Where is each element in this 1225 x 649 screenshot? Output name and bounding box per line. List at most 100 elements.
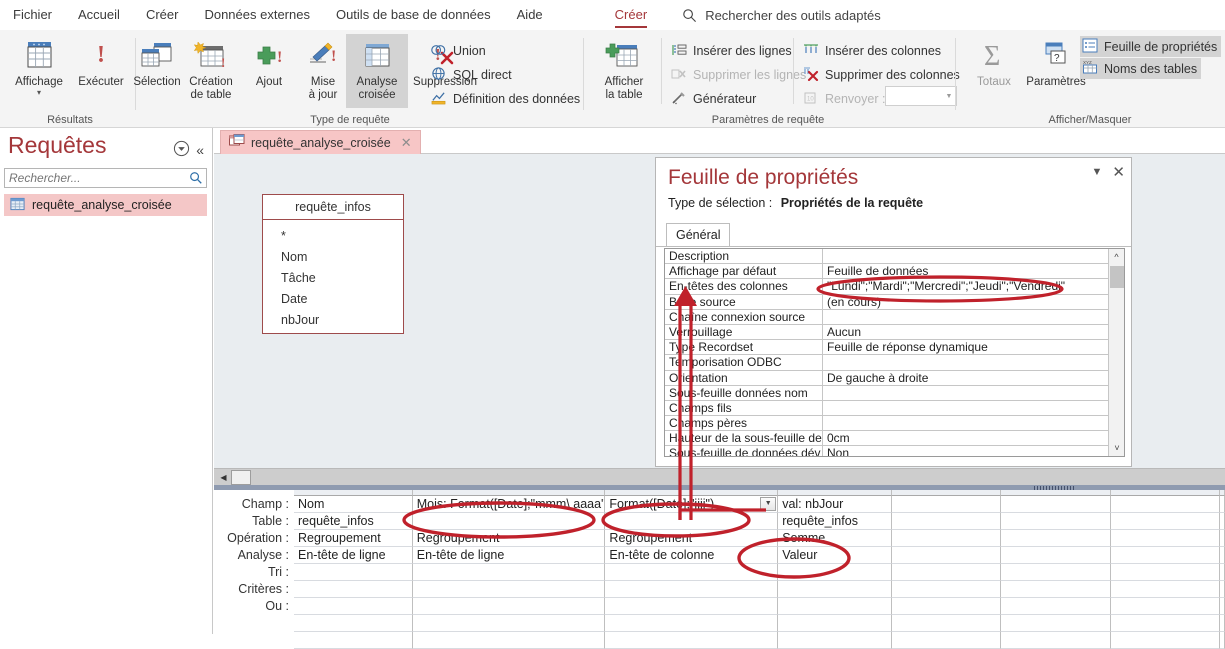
cell-tri-4[interactable]	[778, 564, 893, 581]
creation-table-button[interactable]: ! Création de table	[180, 34, 242, 102]
cell-blank[interactable]	[1110, 615, 1220, 632]
property-value[interactable]	[823, 310, 1108, 325]
cell-operation-1[interactable]: Regroupement	[294, 530, 413, 547]
ajout-button[interactable]: ! Ajout	[238, 34, 300, 89]
chevron-down-icon[interactable]: ▼	[942, 93, 956, 100]
sql-direct-button[interactable]: SQL direct	[430, 64, 512, 86]
menu-item-outils-base-de-donnees[interactable]: Outils de base de données	[323, 0, 504, 30]
cell-table-8[interactable]	[1219, 513, 1225, 530]
cell-table-1[interactable]: requête_infos	[294, 513, 413, 530]
cell-operation-8[interactable]	[1219, 530, 1225, 547]
supprimer-colonnes-button[interactable]: Supprimer des colonnes	[803, 64, 960, 86]
nav-search-box[interactable]	[4, 168, 207, 188]
cell-analyse-4[interactable]: Valeur	[778, 547, 893, 564]
property-row[interactable]: Temporisation ODBC	[665, 355, 1108, 371]
property-list[interactable]: Description Affichage par défaut Feuille…	[664, 248, 1125, 457]
field-item-nom[interactable]: Nom	[281, 247, 403, 268]
query-design-grid[interactable]: Champ : Table : Opération : Analyse : Tr…	[214, 490, 1225, 649]
cell-blank[interactable]	[1001, 615, 1111, 632]
close-icon[interactable]: ✕	[401, 135, 412, 151]
cell-table-2[interactable]	[412, 513, 606, 530]
cell-blank[interactable]	[778, 615, 893, 632]
property-value[interactable]: Non	[823, 446, 1108, 456]
cell-tri-8[interactable]	[1219, 564, 1225, 581]
property-value[interactable]	[823, 386, 1108, 401]
cell-ou-2[interactable]	[412, 598, 606, 615]
document-tab[interactable]: requête_analyse_croisée ✕	[220, 130, 421, 154]
menu-item-aide[interactable]: Aide	[504, 0, 556, 30]
menu-item-accueil[interactable]: Accueil	[65, 0, 133, 30]
collapse-chevrons-icon[interactable]: «	[196, 142, 204, 158]
cell-tri-5[interactable]	[892, 564, 1002, 581]
cell-blank[interactable]	[1001, 632, 1111, 649]
cell-criteres-1[interactable]	[294, 581, 413, 598]
property-value[interactable]: (en cours)	[823, 295, 1108, 310]
cell-analyse-6[interactable]	[1001, 547, 1111, 564]
renvoyer-combobox[interactable]: ▼	[885, 86, 957, 106]
property-value[interactable]: De gauche à droite	[823, 371, 1108, 386]
cell-analyse-8[interactable]	[1219, 547, 1225, 564]
cell-champ-8[interactable]	[1219, 496, 1225, 513]
cell-blank[interactable]	[294, 615, 413, 632]
cell-operation-3[interactable]: Regroupement	[605, 530, 779, 547]
cell-analyse-3[interactable]: En-tête de colonne	[605, 547, 779, 564]
property-value[interactable]: 0cm	[823, 431, 1108, 447]
cell-ou-1[interactable]	[294, 598, 413, 615]
property-row[interactable]: Sous-feuille données nom	[665, 385, 1108, 401]
menu-item-donnees-externes[interactable]: Données externes	[191, 0, 323, 30]
property-row[interactable]: Type Recordset Feuille de réponse dynami…	[665, 340, 1108, 356]
sidebar-item-requete-analyse-croisee[interactable]: requête_analyse_croisée	[4, 194, 207, 216]
cell-champ-7[interactable]	[1110, 496, 1220, 513]
scroll-up-icon[interactable]: ^	[1109, 249, 1124, 265]
cell-ou-5[interactable]	[892, 598, 1002, 615]
cell-analyse-5[interactable]	[892, 547, 1002, 564]
cell-criteres-3[interactable]	[605, 581, 779, 598]
totaux-button[interactable]: Σ Totaux	[963, 34, 1025, 89]
property-row[interactable]: Champs fils	[665, 400, 1108, 417]
cell-blank[interactable]	[412, 615, 606, 632]
cell-tri-1[interactable]	[294, 564, 413, 581]
cell-champ-6[interactable]	[1001, 496, 1111, 513]
property-row[interactable]: Verrouillage Aucun	[665, 324, 1108, 341]
cell-table-5[interactable]	[892, 513, 1002, 530]
property-row[interactable]: Chaîne connexion source	[665, 309, 1108, 325]
analyse-croisee-button[interactable]: Analyse croisée	[346, 34, 408, 108]
menu-item-fichier[interactable]: Fichier	[0, 0, 65, 30]
cell-analyse-2[interactable]: En-tête de ligne	[412, 547, 606, 564]
scroll-left-icon[interactable]: ◀	[216, 470, 231, 485]
cell-operation-6[interactable]	[1001, 530, 1111, 547]
cell-tri-6[interactable]	[1001, 564, 1111, 581]
inserer-lignes-button[interactable]: Insérer des lignes	[671, 40, 792, 62]
cell-operation-4[interactable]: Somme	[778, 530, 893, 547]
cell-analyse-7[interactable]	[1110, 547, 1220, 564]
field-item-tache[interactable]: Tâche	[281, 268, 403, 289]
cell-criteres-2[interactable]	[412, 581, 606, 598]
cell-tri-2[interactable]	[412, 564, 606, 581]
cell-blank[interactable]	[892, 632, 1002, 649]
chevron-down-icon[interactable]: ▾	[8, 89, 70, 97]
property-value[interactable]	[823, 416, 1108, 432]
cell-criteres-4[interactable]	[778, 581, 893, 598]
field-item-nbjour[interactable]: nbJour	[281, 310, 403, 331]
cell-champ-2[interactable]: Mois: Format([Date];"mmm\ aaaa")	[412, 496, 606, 513]
cell-ou-6[interactable]	[1001, 598, 1111, 615]
scroll-thumb[interactable]	[231, 470, 251, 485]
cell-table-6[interactable]	[1001, 513, 1111, 530]
union-button[interactable]: Union	[430, 40, 486, 62]
cell-criteres-5[interactable]	[892, 581, 1002, 598]
cell-operation-5[interactable]	[892, 530, 1002, 547]
close-icon[interactable]: ✕	[1112, 163, 1125, 181]
feuille-proprietes-button[interactable]: Feuille de propriétés	[1080, 36, 1222, 57]
cell-champ-5[interactable]	[892, 496, 1002, 513]
cell-ou-4[interactable]	[778, 598, 893, 615]
menu-item-creer[interactable]: Créer	[133, 0, 192, 30]
field-item-asterisk[interactable]: *	[281, 226, 403, 247]
property-row[interactable]: Orientation De gauche à droite	[665, 370, 1108, 386]
tell-me-search[interactable]: Rechercher des outils adaptés	[682, 8, 881, 23]
property-list-scrollbar[interactable]: ^ ˅	[1108, 249, 1124, 456]
scroll-thumb[interactable]	[1110, 266, 1124, 288]
cell-blank[interactable]	[1219, 615, 1225, 632]
property-row[interactable]: Sous-feuille de données dév Non	[665, 446, 1108, 456]
property-value-column-headings[interactable]: "Lundi";"Mardi";"Mercredi";"Jeudi";"Vend…	[823, 279, 1108, 295]
cell-analyse-1[interactable]: En-tête de ligne	[294, 547, 413, 564]
